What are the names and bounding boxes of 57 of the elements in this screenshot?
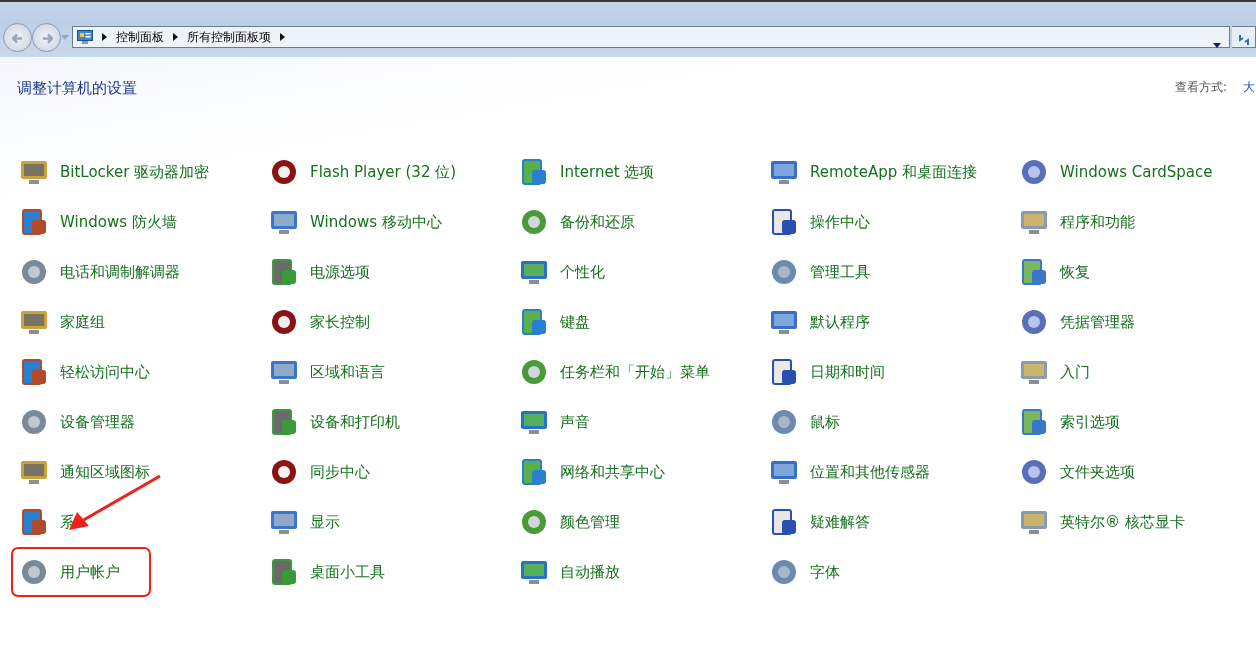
control-panel-link[interactable]: 设备和打印机 (266, 404, 516, 440)
control-panel-link[interactable]: 凭据管理器 (1016, 304, 1256, 340)
control-panel-link[interactable]: 备份和还原 (516, 204, 766, 240)
chevron-icon[interactable] (102, 33, 107, 41)
control-panel-link[interactable]: 轻松访问中心 (16, 354, 266, 390)
control-panel-link[interactable]: BitLocker 驱动器加密 (16, 154, 266, 190)
control-panel-icon (77, 30, 93, 44)
control-panel-link[interactable]: 操作中心 (766, 204, 1016, 240)
control-panel-link[interactable]: 程序和功能 (1016, 204, 1256, 240)
control-panel-link[interactable]: 区域和语言 (266, 354, 516, 390)
control-panel-link[interactable]: 设备管理器 (16, 404, 266, 440)
control-panel-link[interactable]: 英特尔® 核芯显卡 (1016, 504, 1256, 540)
breadcrumb-link[interactable]: 控制面板 (116, 28, 164, 46)
chevron-icon[interactable] (173, 33, 178, 41)
chevron-icon[interactable] (280, 33, 285, 41)
control-panel-link[interactable]: 疑难解答 (766, 504, 1016, 540)
control-panel-link[interactable]: 家庭组 (16, 304, 266, 340)
control-panel-link[interactable]: Internet 选项 (516, 154, 766, 190)
refresh-button[interactable] (1232, 26, 1256, 48)
control-panel-link[interactable]: 字体 (766, 554, 1016, 590)
control-panel-link[interactable]: 键盘 (516, 304, 766, 340)
control-panel-link[interactable]: Windows 移动中心 (266, 204, 516, 240)
control-panel-link[interactable]: Windows CardSpace (1016, 154, 1256, 190)
control-panel-link[interactable]: 个性化 (516, 254, 766, 290)
control-panel-link[interactable]: 声音 (516, 404, 766, 440)
control-panel-link[interactable]: 日期和时间 (766, 354, 1016, 390)
forward-arrow-icon (40, 32, 53, 44)
control-panel-link[interactable]: 默认程序 (766, 304, 1016, 340)
control-panel-link[interactable]: Windows 防火墙 (16, 204, 266, 240)
control-panel-link[interactable]: 任务栏和「开始」菜单 (516, 354, 766, 390)
breadcrumb-link[interactable]: 所有控制面板项 (187, 28, 271, 46)
dropdown-icon[interactable] (1213, 43, 1221, 48)
control-panel-link[interactable]: 自动播放 (516, 554, 766, 590)
view-by-link[interactable]: 大 (1243, 78, 1255, 96)
control-panel-link[interactable]: 鼠标 (766, 404, 1016, 440)
refresh-icon (1236, 32, 1251, 47)
control-panel-link[interactable]: RemoteApp 和桌面连接 (766, 154, 1016, 190)
control-panel-link[interactable]: 电源选项 (266, 254, 516, 290)
control-panel-link[interactable]: 入门 (1016, 354, 1256, 390)
control-panel-link[interactable]: 恢复 (1016, 254, 1256, 290)
control-panel-link[interactable]: 位置和其他传感器 (766, 454, 1016, 490)
control-panel-link[interactable]: 文件夹选项 (1016, 454, 1256, 490)
control-panel-link[interactable]: 管理工具 (766, 254, 1016, 290)
page-heading: 调整计算机的设置 (17, 78, 137, 99)
control-panel-link[interactable]: 颜色管理 (516, 504, 766, 540)
back-arrow-icon (11, 32, 24, 44)
view-by-label: 查看方式: (1174, 79, 1227, 96)
control-panel-link[interactable]: 网络和共享中心 (516, 454, 766, 490)
control-panel-link[interactable]: 索引选项 (1016, 404, 1256, 440)
control-panel-link[interactable]: 电话和调制解调器 (16, 254, 266, 290)
control-panel-link[interactable]: 显示 (266, 504, 516, 540)
control-panel-link[interactable]: 家长控制 (266, 304, 516, 340)
control-panel-link[interactable]: 同步中心 (266, 454, 516, 490)
control-panel-link[interactable]: Flash Player (32 位) (266, 154, 516, 190)
control-panel-link[interactable]: 桌面小工具 (266, 554, 516, 590)
control-panel-link[interactable]: 通知区域图标 (16, 454, 266, 490)
control-panel-link[interactable]: 用户帐户 (16, 552, 146, 592)
